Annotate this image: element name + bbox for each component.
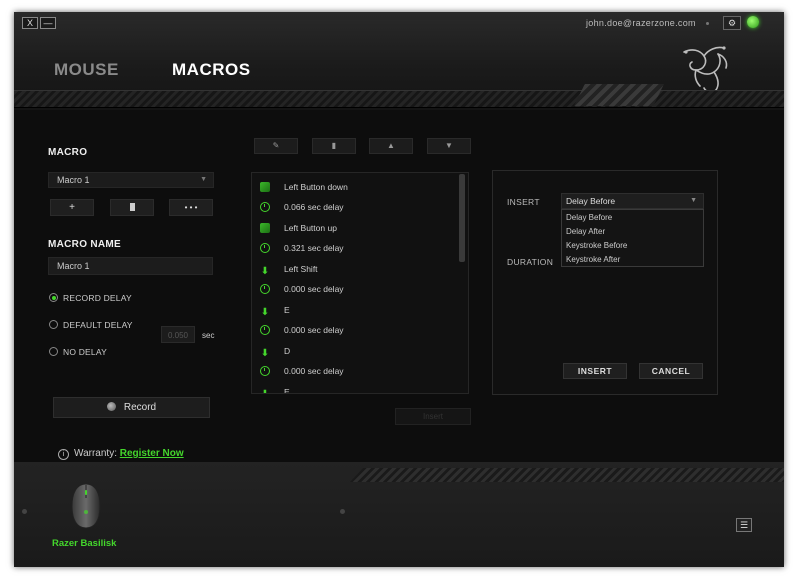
pencil-icon: ✎ (272, 141, 280, 150)
info-icon: i (58, 449, 69, 460)
user-email[interactable]: john.doe@razerzone.com (586, 18, 696, 28)
record-button[interactable]: Record (53, 397, 210, 418)
macro-name-field[interactable]: Macro 1 (48, 257, 213, 275)
header-stripe (14, 90, 784, 108)
record-icon (106, 402, 116, 411)
mouse-device-icon[interactable] (69, 482, 103, 530)
online-status-icon[interactable] (747, 16, 759, 28)
list-item[interactable]: 0.000 sec delay (260, 281, 344, 297)
insert-panel: INSERT Delay Before ▼ Delay Before Delay… (492, 170, 718, 395)
record-label: Record (123, 402, 157, 413)
tab-mouse[interactable]: MOUSE (54, 60, 119, 80)
chevron-down-icon: ▼ (200, 176, 207, 183)
radio-off-icon (49, 347, 58, 356)
scroll-left-icon[interactable] (22, 509, 27, 514)
warranty-notice: i Warranty: Register Now (58, 448, 184, 460)
record-delay-label: RECORD DELAY (63, 293, 132, 303)
radio-off-icon (49, 320, 58, 329)
tab-macros[interactable]: MACROS (172, 60, 251, 80)
duration-label: DURATION (507, 257, 554, 267)
key-down-icon: ⬇ (260, 390, 270, 394)
event-list-scrollbar[interactable] (459, 174, 465, 262)
mouse-click-icon (260, 182, 270, 192)
warranty-label: Warranty: (74, 448, 117, 459)
list-item[interactable]: ⬇E (260, 302, 290, 318)
delete-event-button[interactable]: ▮ (312, 138, 356, 154)
menu-icon[interactable]: ☰ (736, 518, 752, 532)
macro-select-value: Macro 1 (57, 175, 90, 185)
move-up-button[interactable]: ▲ (369, 138, 413, 154)
header-accent (574, 84, 664, 106)
delete-macro-button[interactable] (110, 199, 154, 216)
footer-stripe (350, 468, 784, 482)
separator-dot (706, 22, 709, 25)
list-item[interactable]: Left Button up (260, 220, 337, 236)
option-delay-after[interactable]: Delay After (566, 227, 605, 236)
scroll-right-icon[interactable] (340, 509, 345, 514)
key-down-icon: ⬇ (260, 348, 270, 359)
add-macro-button[interactable]: + (50, 199, 94, 216)
clock-icon (260, 243, 270, 253)
key-down-icon: ⬇ (260, 266, 270, 277)
insert-type-options: Delay Before Delay After Keystroke Befor… (561, 209, 704, 267)
minimize-button[interactable]: — (40, 17, 56, 29)
default-delay-input[interactable]: 0.050 (161, 326, 195, 343)
register-now-link[interactable]: Register Now (120, 448, 184, 459)
radio-on-icon (49, 293, 58, 302)
arrow-down-icon: ▼ (445, 141, 453, 150)
gear-icon[interactable]: ⚙ (723, 16, 741, 30)
insert-type-select[interactable]: Delay Before ▼ (561, 193, 704, 209)
record-delay-option[interactable]: RECORD DELAY (49, 293, 132, 303)
list-item[interactable]: 0.321 sec delay (260, 240, 344, 256)
macro-heading: MACRO (48, 147, 88, 158)
no-delay-label: NO DELAY (63, 347, 107, 357)
clock-icon (260, 202, 270, 212)
list-item[interactable]: 0.066 sec delay (260, 199, 344, 215)
delay-unit: sec (202, 331, 215, 340)
edit-event-button[interactable]: ✎ (254, 138, 298, 154)
more-options-button[interactable]: • • • (169, 199, 213, 216)
list-item[interactable]: 0.000 sec delay (260, 363, 344, 379)
macro-name-value: Macro 1 (57, 261, 90, 271)
cancel-button[interactable]: CANCEL (639, 363, 703, 379)
list-item[interactable]: Left Button down (260, 179, 348, 195)
header: X — john.doe@razerzone.com ⚙ MOUSE MACRO… (14, 12, 784, 110)
key-down-icon: ⬇ (260, 307, 270, 318)
clock-icon (260, 366, 270, 376)
option-delay-before[interactable]: Delay Before (566, 213, 612, 222)
insert-type-value: Delay Before (566, 196, 616, 206)
macro-name-heading: MACRO NAME (48, 239, 121, 250)
insert-event-button[interactable]: Insert (395, 408, 471, 425)
mouse-click-icon (260, 223, 270, 233)
clock-icon (260, 325, 270, 335)
insert-label: INSERT (507, 197, 540, 207)
no-delay-option[interactable]: NO DELAY (49, 347, 107, 357)
chevron-down-icon: ▼ (690, 197, 697, 204)
device-footer: Razer Basilisk ☰ (14, 462, 784, 567)
trash-icon: ▮ (331, 141, 337, 150)
default-delay-label: DEFAULT DELAY (63, 320, 133, 330)
device-name[interactable]: Razer Basilisk (52, 538, 116, 549)
macro-select[interactable]: Macro 1 ▼ (48, 172, 214, 188)
default-delay-option[interactable]: DEFAULT DELAY (49, 320, 133, 330)
trash-icon (129, 203, 135, 211)
option-keystroke-before[interactable]: Keystroke Before (566, 241, 627, 250)
list-item[interactable]: ⬇ Left Shift (260, 261, 318, 277)
option-keystroke-after[interactable]: Keystroke After (566, 255, 620, 264)
macros-panel: MACRO Macro 1 ▼ + • • • MACRO NAME Macro… (14, 110, 784, 462)
clock-icon (260, 284, 270, 294)
close-button[interactable]: X (22, 17, 38, 29)
arrow-up-icon: ▲ (387, 141, 395, 150)
move-down-button[interactable]: ▼ (427, 138, 471, 154)
macro-event-list[interactable]: Left Button down 0.066 sec delay Left Bu… (251, 172, 469, 394)
insert-button[interactable]: INSERT (563, 363, 627, 379)
synapse-window: X — john.doe@razerzone.com ⚙ MOUSE MACRO… (14, 12, 784, 567)
list-item[interactable]: ⬇E (260, 384, 290, 394)
list-item[interactable]: 0.000 sec delay (260, 322, 344, 338)
list-item[interactable]: ⬇ D (260, 343, 290, 359)
